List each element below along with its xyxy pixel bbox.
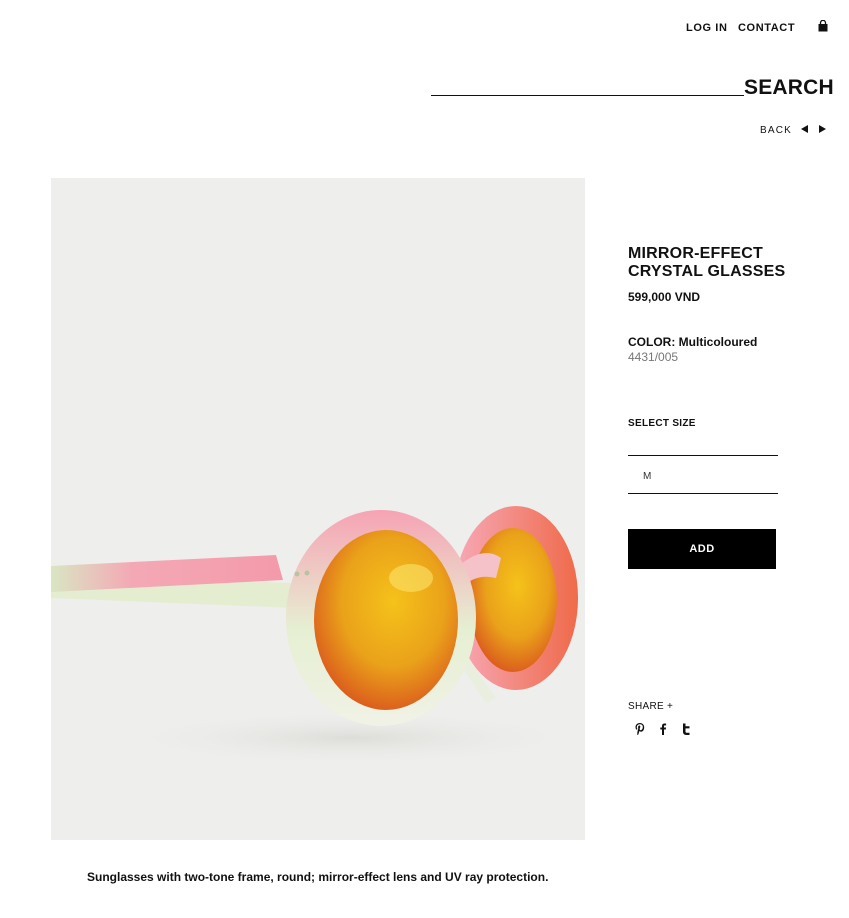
color-value: Multicoloured xyxy=(678,335,758,349)
product-color: COLOR: Multicoloured xyxy=(628,335,757,349)
search-input[interactable] xyxy=(431,76,745,96)
back-link[interactable]: BACK xyxy=(760,125,792,136)
color-label: COLOR: xyxy=(628,335,676,349)
pinterest-icon[interactable] xyxy=(633,721,647,737)
arrow-right-icon[interactable] xyxy=(819,125,826,133)
size-option-m[interactable]: M xyxy=(643,471,651,482)
search-underline xyxy=(431,95,744,96)
product-price: 599,000 VND xyxy=(628,290,701,304)
search-button[interactable]: SEARCH xyxy=(744,76,834,100)
product-description: Sunglasses with two-tone frame, round; m… xyxy=(87,870,549,884)
size-divider-top xyxy=(628,455,778,456)
product-title: MIRROR-EFFECT CRYSTAL GLASSES xyxy=(628,245,786,280)
sunglasses-illustration xyxy=(51,506,585,766)
shopping-bag-icon[interactable] xyxy=(817,20,829,32)
share-toggle[interactable]: SHARE + xyxy=(628,701,673,712)
facebook-icon[interactable] xyxy=(656,721,670,737)
product-reference: 4431/005 xyxy=(628,350,679,364)
product-image xyxy=(51,178,585,840)
add-to-cart-button[interactable]: ADD xyxy=(628,529,776,569)
arrow-left-icon[interactable] xyxy=(801,125,808,133)
contact-link[interactable]: CONTACT xyxy=(738,22,795,34)
tumblr-icon[interactable] xyxy=(679,721,693,737)
select-size-label: SELECT SIZE xyxy=(628,418,696,429)
login-link[interactable]: LOG IN xyxy=(686,22,728,34)
size-divider-bottom xyxy=(628,493,778,494)
